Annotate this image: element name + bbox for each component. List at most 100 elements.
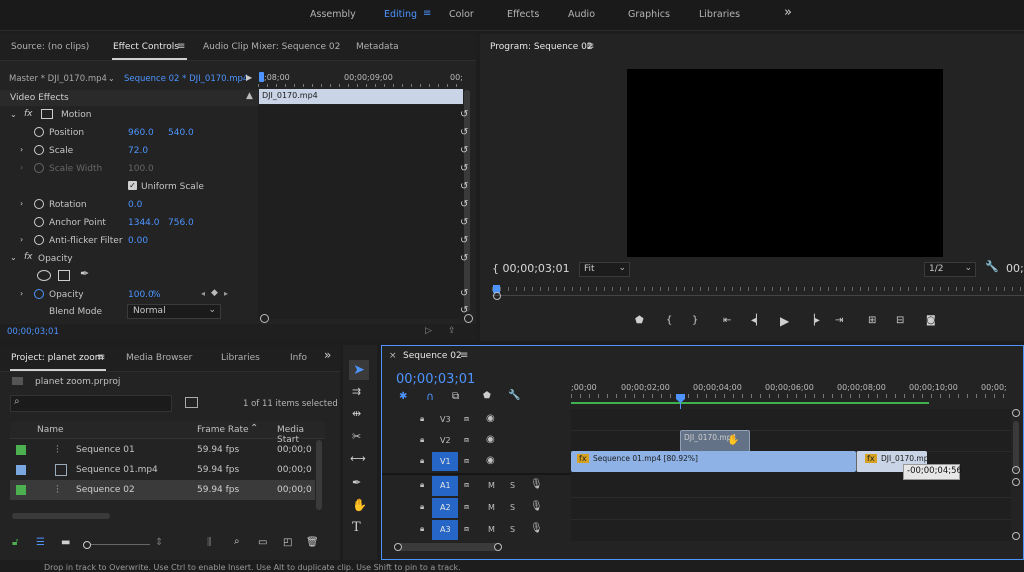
tab-metadata[interactable]: Metadata	[356, 42, 399, 52]
pen-mask-icon[interactable]: ✒	[80, 267, 89, 280]
ripple-edit-tool-icon[interactable]: ⇹	[352, 407, 361, 420]
mute-button[interactable]: M	[488, 503, 495, 512]
solo-button[interactable]: S	[510, 525, 515, 534]
sync-lock-icon[interactable]: ⧈	[464, 480, 469, 490]
list-item[interactable]: Sequence 01.mp4 59.94 fps 00;00;0	[10, 460, 315, 480]
stopwatch-icon[interactable]	[34, 145, 44, 155]
list-view-icon[interactable]: ☰	[36, 537, 45, 548]
microphone-icon[interactable]: 🎙︎	[530, 523, 543, 534]
opacity-expand-icon[interactable]: ›	[20, 289, 23, 298]
vertical-zoom-handle[interactable]	[1012, 478, 1020, 486]
find-icon[interactable]: ⌕	[234, 536, 240, 547]
mute-button[interactable]: M	[488, 481, 495, 490]
tab-effect-controls[interactable]: Effect Controls	[113, 42, 179, 52]
uniform-scale-checkbox[interactable]: ✓	[128, 181, 137, 190]
step-back-icon[interactable]: ◂▏	[751, 315, 764, 326]
mini-ruler[interactable]: ;08;00 00;00;09;00 00;	[258, 70, 464, 88]
lock-icon[interactable]: 🔒︎	[420, 435, 424, 445]
mark-in-icon[interactable]: {	[666, 315, 672, 326]
tab-info[interactable]: Info	[290, 353, 307, 363]
slip-tool-icon[interactable]: ⟷	[350, 452, 366, 465]
reset-icon[interactable]: ↺	[460, 145, 470, 156]
more-panels-icon[interactable]: »	[324, 348, 331, 362]
scale-width-expand-icon[interactable]: ›	[20, 163, 23, 172]
track-select-tool-icon[interactable]: ⇉	[352, 385, 361, 398]
quality-select[interactable]: 1/2 ⌄	[924, 262, 976, 277]
scale-value[interactable]: 72.0	[128, 146, 148, 156]
column-name[interactable]: Name	[37, 425, 64, 435]
clip-sequence-01[interactable]: fx Sequence 01.mp4 [80.92%]	[571, 451, 856, 472]
program-zoom-handle[interactable]	[493, 292, 501, 300]
solo-button[interactable]: S	[510, 503, 515, 512]
chevron-down-icon[interactable]: ⌄	[108, 74, 115, 83]
wrench-icon[interactable]: 🔧	[508, 390, 520, 401]
label-color-swatch[interactable]	[16, 465, 26, 475]
sync-lock-icon[interactable]: ⧈	[464, 414, 469, 424]
list-item[interactable]: ⫶ Sequence 01 59.94 fps 00;00;0	[10, 440, 315, 460]
sort-icons-icon[interactable]: ⇕	[155, 537, 163, 548]
workspace-menu-icon[interactable]: ≡	[423, 8, 431, 19]
tab-media-browser[interactable]: Media Browser	[126, 353, 192, 363]
position-y-value[interactable]: 540.0	[168, 128, 194, 138]
stopwatch-icon[interactable]	[34, 289, 44, 299]
timeline-title[interactable]: Sequence 02	[403, 351, 462, 361]
program-timecode-value[interactable]: 00;00;03;01	[503, 262, 570, 275]
motion-transform-icon[interactable]	[41, 109, 53, 119]
anchor-y-value[interactable]: 756.0	[168, 218, 194, 228]
vertical-zoom-handle[interactable]	[1012, 409, 1020, 417]
tab-project[interactable]: Project: planet zoom	[11, 353, 104, 363]
track-label-a3[interactable]: A3	[440, 525, 451, 534]
program-timecode[interactable]: { 00;00;03;01	[492, 262, 570, 275]
track-label-v2[interactable]: V2	[440, 436, 451, 445]
next-keyframe-icon[interactable]: ▸	[224, 289, 228, 298]
panel-menu-icon[interactable]: ≡	[460, 350, 468, 361]
workspace-effects[interactable]: Effects	[507, 9, 539, 20]
list-item-selected[interactable]: ⫶ Sequence 02 59.94 fps 00;00;0	[10, 480, 315, 500]
vertical-zoom-handle[interactable]	[1012, 532, 1020, 540]
sync-lock-icon[interactable]: ⧈	[464, 502, 469, 512]
sort-ascending-icon[interactable]: ⌃	[250, 423, 258, 434]
sequence-clip-label[interactable]: Sequence 02 * DJI_0170.mp4	[124, 74, 248, 84]
new-item-icon[interactable]: ◰	[283, 537, 292, 548]
zoom-slider[interactable]	[83, 541, 150, 549]
lock-icon[interactable]: 🔒︎	[420, 456, 424, 466]
reset-icon[interactable]: ↺	[460, 163, 470, 174]
motion-expand-icon[interactable]: ⌄	[10, 110, 17, 119]
ellipse-mask-icon[interactable]	[37, 270, 51, 281]
mini-clip-bar[interactable]: DJI_0170.mp4	[259, 89, 463, 104]
reset-icon[interactable]: ↺	[460, 181, 470, 192]
microphone-icon[interactable]: 🎙︎	[530, 501, 543, 512]
panel-menu-icon[interactable]: ≡	[177, 41, 185, 52]
pen-tool-icon[interactable]: ✒	[352, 476, 361, 489]
mark-out-icon[interactable]: }	[692, 315, 698, 326]
prev-keyframe-icon[interactable]: ◂	[201, 289, 205, 298]
snap-icon[interactable]: ∩	[426, 390, 434, 403]
lift-icon[interactable]: ⊞	[868, 315, 876, 326]
filter-icon[interactable]: ▷	[425, 326, 432, 336]
work-area-bar[interactable]	[571, 402, 929, 404]
vertical-zoom-handle[interactable]	[1012, 466, 1020, 474]
lock-icon[interactable]: 🔒︎	[420, 502, 424, 512]
opacity-value[interactable]: 100.0	[128, 290, 154, 300]
extract-icon[interactable]: ⊟	[896, 315, 904, 326]
mini-scroll-handle-left[interactable]	[260, 314, 269, 323]
sync-lock-icon[interactable]: ⧈	[464, 435, 469, 445]
camera-icon[interactable]: ◙	[926, 315, 936, 326]
track-label-a2[interactable]: A2	[440, 503, 451, 512]
project-vertical-scrollbar[interactable]	[316, 440, 322, 510]
panel-menu-icon[interactable]: ≡	[97, 352, 105, 363]
scroll-handle-left[interactable]	[394, 543, 402, 551]
tab-source[interactable]: Source: (no clips)	[11, 42, 89, 52]
timeline-horizontal-scrollbar[interactable]	[394, 543, 502, 551]
reset-icon[interactable]: ↺	[460, 305, 470, 316]
reset-icon[interactable]: ↺	[460, 199, 470, 210]
fx-badge-icon[interactable]: fx	[24, 252, 33, 262]
track-label-v1[interactable]: V1	[440, 457, 451, 466]
rectangle-mask-icon[interactable]	[58, 270, 70, 281]
scroll-handle-right[interactable]	[494, 543, 502, 551]
scale-expand-icon[interactable]: ›	[20, 145, 23, 154]
workspace-audio[interactable]: Audio	[568, 9, 595, 20]
selection-tool-icon[interactable]: ➤	[349, 360, 369, 380]
workspace-assembly[interactable]: Assembly	[310, 9, 356, 20]
eye-icon[interactable]: ◉	[486, 413, 495, 424]
